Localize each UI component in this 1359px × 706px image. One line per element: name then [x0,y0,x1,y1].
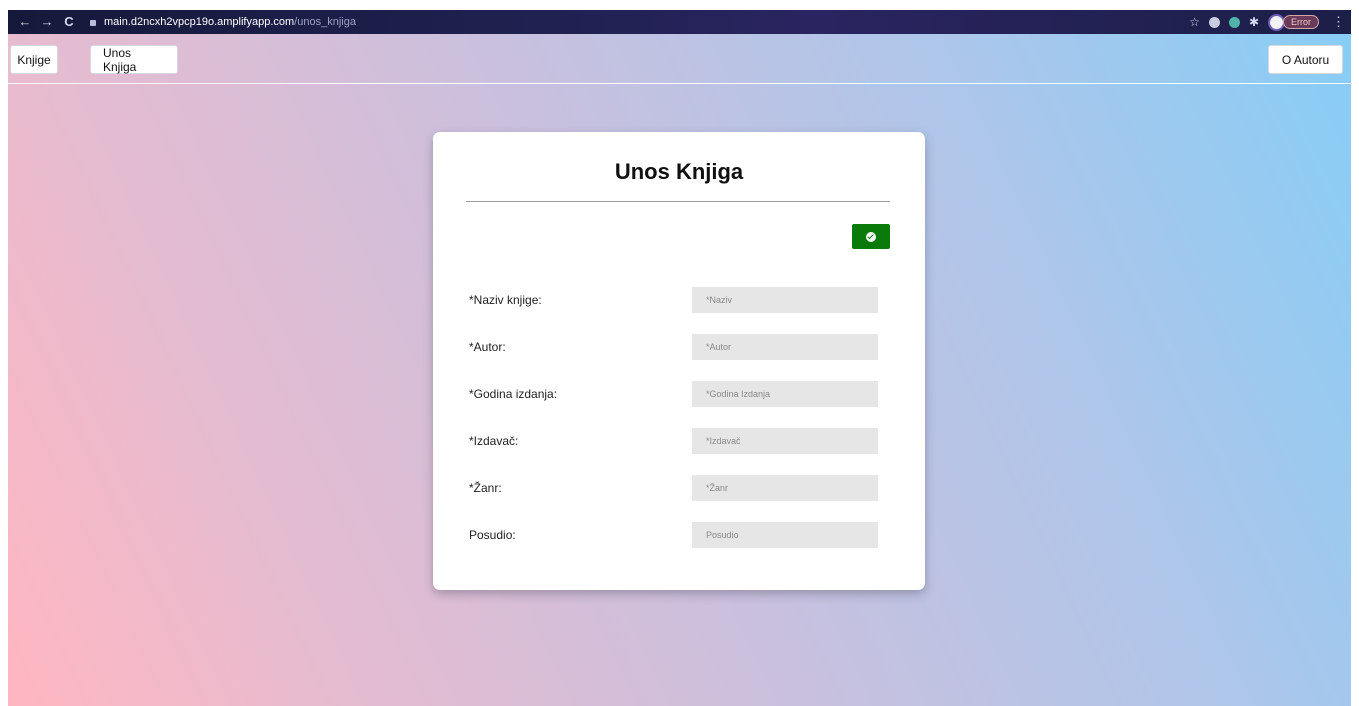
izdavac-label: *Izdavač: [469,434,519,448]
godina-input[interactable] [692,381,878,407]
back-arrow-icon[interactable]: ← [14,10,36,34]
nav-unos-knjiga-button[interactable]: Unos Knjiga [90,45,178,74]
kebab-menu-icon[interactable]: ⋮ [1332,14,1345,30]
godina-label: *Godina izdanja: [469,387,558,401]
form-row-naziv: *Naziv knjige: [469,287,881,313]
lock-icon [90,20,96,26]
page-title: Unos Knjiga [614,159,744,184]
form-row-posudio: Posudio: [469,522,881,548]
page-content: Knjige Unos Knjiga O Autoru Unos Knjiga … [8,34,1351,706]
extension-icon[interactable] [1208,16,1220,28]
zanr-input[interactable] [692,475,878,501]
url-host: main.d2ncxh2vpcp19o.amplifyapp.com [104,16,295,28]
naziv-label: *Naziv knjige: [469,293,542,307]
forward-arrow-icon[interactable]: → [36,10,58,34]
nav-knjige-button[interactable]: Knjige [10,45,58,74]
book-entry-card: Unos Knjiga *Naziv knjige: *Autor: *Godi… [433,132,925,590]
puzzle-extensions-icon[interactable]: ✱ [1249,15,1259,29]
address-bar[interactable]: main.d2ncxh2vpcp19o.amplifyapp.com /unos… [90,16,356,28]
posudio-label: Posudio: [469,528,516,542]
browser-toolbar: ← → C main.d2ncxh2vpcp19o.amplifyapp.com… [8,10,1351,34]
autor-input[interactable] [692,334,878,360]
star-bookmark-icon[interactable]: ☆ [1189,15,1200,29]
top-navigation: Knjige Unos Knjiga O Autoru [8,34,1351,84]
save-button[interactable] [852,224,890,249]
nav-o-autoru-button[interactable]: O Autoru [1268,45,1343,74]
profile-status-badge: Error [1283,15,1319,29]
profile-button[interactable]: Error [1268,13,1319,31]
izdavac-input[interactable] [692,428,878,454]
title-divider [466,201,890,202]
zanr-label: *Žanr: [469,481,502,495]
check-circle-icon [866,231,876,242]
form-row-autor: *Autor: [469,334,881,360]
url-path: /unos_knjiga [294,16,356,28]
autor-label: *Autor: [469,340,506,354]
naziv-input[interactable] [692,287,878,313]
form-row-zanr: *Žanr: [469,475,881,501]
posudio-input[interactable] [692,522,878,548]
form-row-izdavac: *Izdavač: [469,428,881,454]
form-row-godina: *Godina izdanja: [469,381,881,407]
react-devtools-icon[interactable] [1228,16,1240,28]
reload-icon[interactable]: C [58,10,80,34]
